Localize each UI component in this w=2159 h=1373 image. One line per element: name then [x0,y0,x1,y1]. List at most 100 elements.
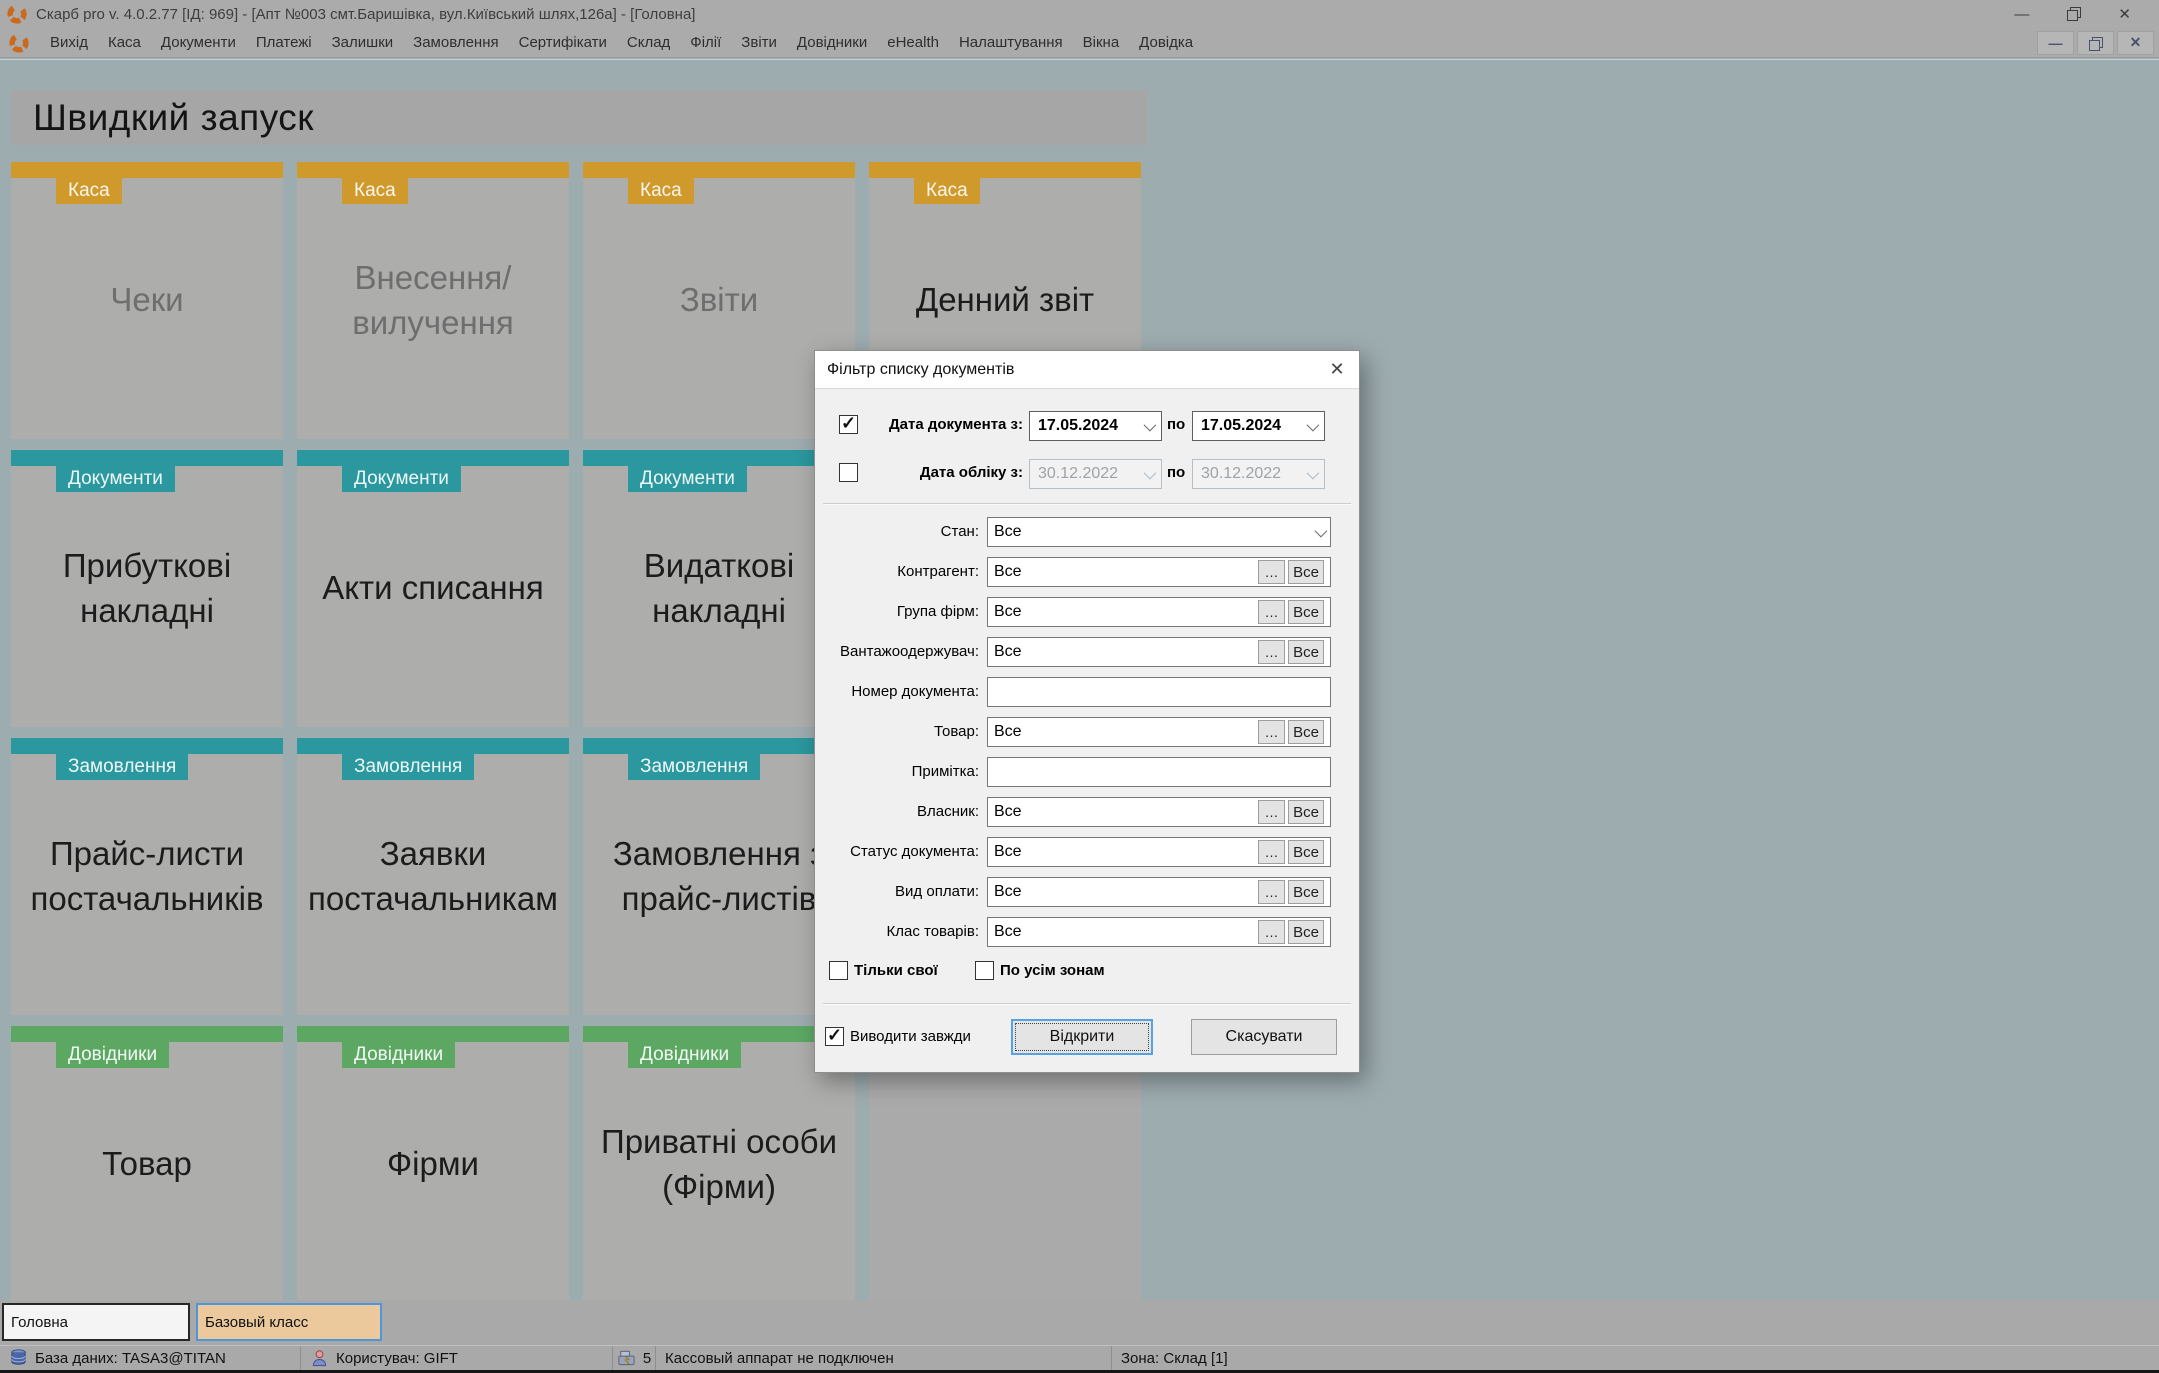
date-document-to-combo[interactable]: 17.05.2024 [1192,411,1325,441]
tile-zaiavky[interactable]: ЗамовленняЗаявки постачальникам [297,738,569,1015]
field-lookup[interactable]: Все…Все [987,557,1331,587]
mdi-close-button[interactable]: ✕ [2117,31,2154,55]
lookup-all-button[interactable]: Все [1288,880,1324,904]
menu-item-11[interactable]: eHealth [877,30,949,55]
all-zones-checkbox[interactable]: По усім зонам [975,961,1105,980]
date-accounting-from-combo: 30.12.2022 [1029,459,1162,489]
lookup-more-button[interactable]: … [1258,640,1285,664]
date-document-label: Дата документа з: [865,416,1023,433]
menu-item-1[interactable]: Каса [98,30,151,55]
cancel-button[interactable]: Скасувати [1191,1019,1337,1055]
date-accounting-checkbox[interactable] [839,463,858,482]
only-own-checkbox[interactable]: Тільки свої [829,961,938,980]
menu-item-8[interactable]: Філії [680,30,731,55]
menu-item-5[interactable]: Замовлення [403,30,508,55]
lookup-all-button[interactable]: Все [1288,560,1324,584]
field-label: Товар: [817,723,979,740]
tile-label: Чеки [11,162,283,439]
menu-item-12[interactable]: Налаштування [949,30,1073,55]
check-icon: ✓ [827,1025,842,1046]
tile-price-lysty[interactable]: ЗамовленняПрайс-листи постачальників [11,738,283,1015]
field-input[interactable] [987,677,1331,707]
bottom-tab-row: Головна Базовый класс [0,1300,2159,1345]
field-row-6: Примітка: [815,757,1359,787]
field-lookup[interactable]: Все…Все [987,637,1331,667]
lookup-all-button[interactable]: Все [1288,800,1324,824]
date-document-checkbox[interactable]: ✓ [839,415,858,434]
tile-cheky[interactable]: КасаЧеки [11,162,283,439]
field-value: Все [994,523,1315,541]
field-lookup[interactable]: Все…Все [987,877,1331,907]
field-lookup[interactable]: Все…Все [987,917,1331,947]
minimize-icon[interactable]: — [2014,7,2029,22]
tile-firmy[interactable]: ДовідникиФірми [297,1026,569,1303]
close-icon[interactable]: ✕ [2118,7,2131,22]
menu-item-7[interactable]: Склад [617,30,680,55]
lookup-more-button[interactable]: … [1258,840,1285,864]
lookup-more-button[interactable]: … [1258,800,1285,824]
page-title: Швидкий запуск [33,97,314,139]
date-document-from-combo[interactable]: 17.05.2024 [1029,411,1162,441]
cash-register-icon [617,1348,636,1368]
tile-tovar[interactable]: ДовідникиТовар [11,1026,283,1303]
checkbox[interactable] [975,961,994,980]
menu-items: ВихідКасаДокументиПлатежіЗалишкиЗамовлен… [40,30,1203,55]
lookup-more-button[interactable]: … [1258,920,1285,944]
menu-item-0[interactable]: Вихід [40,30,98,55]
menu-item-4[interactable]: Залишки [322,30,404,55]
lookup-more-button[interactable]: … [1258,560,1285,584]
lookup-all-button[interactable]: Все [1288,600,1324,624]
lookup-more-button[interactable]: … [1258,600,1285,624]
menu-item-6[interactable]: Сертифікати [509,30,617,55]
restore-icon[interactable] [2067,7,2080,22]
field-lookup[interactable]: Все…Все [987,597,1331,627]
status-device-count: 5 [612,1346,655,1370]
lookup-more-button[interactable]: … [1258,720,1285,744]
always-show-checkbox[interactable]: ✓ Виводити завжди [825,1027,971,1046]
field-label: Статус документа: [817,843,979,860]
dialog-close-icon[interactable]: ✕ [1315,351,1359,389]
field-lookup[interactable]: Все…Все [987,717,1331,747]
menu-item-2[interactable]: Документи [151,30,246,55]
date-accounting-row: Дата обліку з: 30.12.2022 по 30.12.2022 [815,459,1359,489]
dialog-title-bar: Фільтр списку документів ✕ [815,351,1359,389]
checkbox[interactable] [829,961,848,980]
field-row-2: Група фірм:Все…Все [815,597,1359,627]
field-lookup[interactable]: Все…Все [987,797,1331,827]
lookup-all-button[interactable]: Все [1288,640,1324,664]
menu-item-13[interactable]: Вікна [1073,30,1130,55]
menu-item-10[interactable]: Довідники [787,30,877,55]
tab-bazovyi-klass[interactable]: Базовый класс [196,1303,382,1341]
lookup-all-button[interactable]: Все [1288,920,1324,944]
chevron-down-icon [1144,466,1157,479]
menu-bar: ВихідКасаДокументиПлатежіЗалишкиЗамовлен… [0,28,2159,58]
app-logo-icon [6,3,28,25]
date-accounting-from-value: 30.12.2022 [1038,465,1118,483]
field-row-9: Вид оплати:Все…Все [815,877,1359,907]
field-input[interactable] [987,757,1331,787]
field-lookup[interactable]: Все…Все [987,837,1331,867]
status-zone: Зона: Склад [1] [1111,1346,2159,1370]
tile-akty-spysannia[interactable]: ДокументиАкти списання [297,450,569,727]
status-database: База даних: TASA3@TITAN [0,1346,300,1370]
mdi-restore-button[interactable] [2077,31,2114,55]
tile-label: Прайс-листи постачальників [11,738,283,1015]
lookup-more-button[interactable]: … [1258,880,1285,904]
window-title: Скарб pro v. 4.0.2.77 [ІД: 969] - [Апт №… [36,6,695,23]
menu-item-3[interactable]: Платежі [246,30,322,55]
tile-vnesennia[interactable]: КасаВнесення/вилучення [297,162,569,439]
open-button[interactable]: Відкрити [1011,1019,1153,1055]
chevron-down-icon [1315,524,1328,537]
tab-golovna[interactable]: Головна [2,1303,190,1341]
menu-item-14[interactable]: Довідка [1129,30,1203,55]
menu-item-9[interactable]: Звіти [731,30,787,55]
separator [823,1003,1351,1005]
tile-prybutkovi[interactable]: ДокументиПрибуткові накладні [11,450,283,727]
lookup-all-button[interactable]: Все [1288,840,1324,864]
mdi-minimize-button[interactable]: — [2037,31,2074,55]
chevron-down-icon [1307,418,1320,431]
field-combobox[interactable]: Все [987,517,1331,547]
lookup-all-button[interactable]: Все [1288,720,1324,744]
checkbox[interactable]: ✓ [825,1027,844,1046]
cash-message-text: Кассовый аппарат не подключен [665,1350,894,1367]
